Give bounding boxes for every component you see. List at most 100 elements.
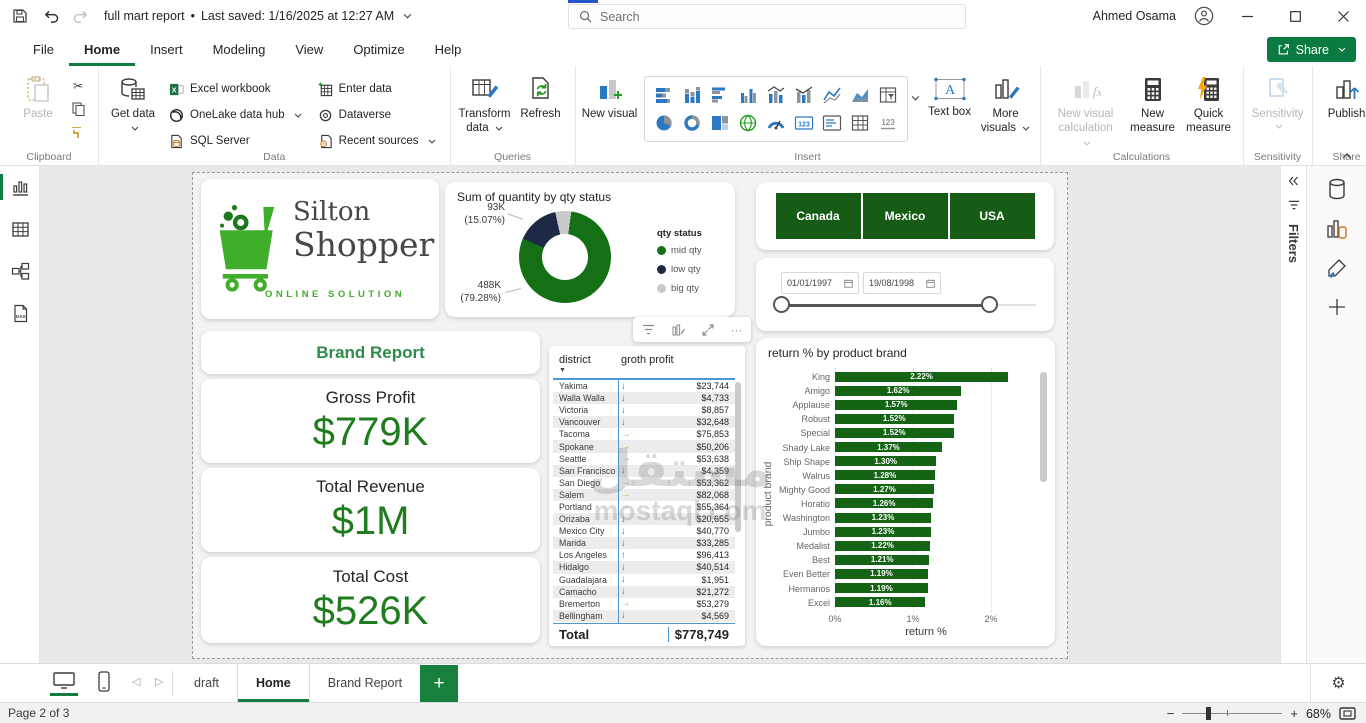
bar-row-excel[interactable]: Excel1.16% — [756, 596, 1055, 610]
bar[interactable]: 1.16% — [835, 597, 925, 607]
bar-row-mighty-good[interactable]: Mighty Good1.27% — [756, 483, 1055, 497]
table-row-marida[interactable]: Marida↓$33,285 — [553, 537, 735, 549]
logo-card[interactable]: Silton Shopper ONLINE SOLUTION — [201, 179, 439, 319]
settings-gear-icon[interactable]: ⚙ — [1310, 664, 1366, 702]
bar[interactable]: 1.52% — [835, 414, 954, 424]
table-row-mexico-city[interactable]: Mexico City↓$40,770 — [553, 525, 735, 537]
area-chart-icon[interactable] — [847, 82, 873, 108]
bar-row-ship-shape[interactable]: Ship Shape1.30% — [756, 455, 1055, 469]
slider-selected-range[interactable] — [783, 304, 989, 307]
zoom-slider-thumb[interactable] — [1206, 707, 1211, 720]
brand-report-nav-card[interactable]: Brand Report — [201, 331, 540, 374]
page-tab-home[interactable]: Home — [237, 664, 310, 702]
maximize-button[interactable] — [1280, 2, 1310, 30]
filters-pane-label[interactable]: Filters — [1286, 224, 1301, 263]
stacked-column-chart-icon[interactable] — [679, 82, 705, 108]
clustered-column-chart-icon[interactable] — [735, 82, 761, 108]
publish-button[interactable]: Publish — [1319, 72, 1366, 121]
paste-button[interactable]: Paste — [10, 72, 66, 121]
zoom-out-button[interactable]: − — [1167, 706, 1175, 721]
bar-row-medalist[interactable]: Medalist1.22% — [756, 539, 1055, 553]
bar[interactable]: 1.21% — [835, 555, 929, 565]
refresh-button[interactable]: Refresh — [513, 72, 569, 121]
end-date-input[interactable]: 19/08/1998 — [863, 272, 941, 294]
table-row-bellingham[interactable]: Bellingham↓$4,569 — [553, 610, 735, 622]
table-scrollbar[interactable] — [735, 382, 741, 532]
bar[interactable]: 1.19% — [835, 569, 928, 579]
menu-home[interactable]: Home — [69, 32, 135, 66]
next-page-arrow[interactable]: ▷ — [155, 675, 163, 688]
share-button[interactable]: Share — [1267, 37, 1356, 62]
onelake-data-hub-button[interactable]: OneLake data hub — [169, 104, 302, 126]
new-measure-button[interactable]: New measure — [1125, 72, 1181, 136]
bar-row-special[interactable]: Special1.52% — [756, 426, 1055, 440]
pie-chart-icon[interactable] — [651, 110, 677, 136]
new-visual-button[interactable]: New visual — [582, 72, 638, 121]
kpi-card-gross-profit[interactable]: Gross Profit$779K — [201, 379, 540, 463]
bar[interactable]: 1.27% — [835, 484, 934, 494]
return-pct-bar-chart-visual[interactable]: return % by product brand 0%1%2%King2.22… — [756, 338, 1055, 646]
line-clustered-column-chart-icon[interactable] — [791, 82, 817, 108]
new-visual-calculation-button[interactable]: fx New visual calculation — [1047, 72, 1125, 150]
title-chevron-icon[interactable] — [403, 13, 412, 19]
dax-query-view-button[interactable]: DAX — [0, 292, 40, 334]
more-visuals-button[interactable]: More visuals — [978, 72, 1034, 136]
add-pane-icon[interactable] — [1328, 298, 1346, 316]
zoom-slider[interactable] — [1182, 713, 1282, 715]
matrix-icon[interactable] — [847, 110, 873, 136]
bar[interactable]: 2.22% — [835, 372, 1008, 382]
minimize-button[interactable] — [1232, 2, 1262, 30]
sql-server-button[interactable]: SQL Server — [169, 130, 302, 152]
gallery-more-chevron-icon[interactable] — [911, 95, 920, 101]
table-row-seattle[interactable]: Seattle→$53,638 — [553, 453, 735, 465]
donut-chart-icon[interactable] — [679, 110, 705, 136]
legend-item-big-qty[interactable]: big qty — [657, 283, 702, 294]
legend-item-mid-qty[interactable]: mid qty — [657, 245, 702, 256]
user-name[interactable]: Ahmed Osama — [1093, 9, 1176, 23]
redo-icon[interactable] — [73, 9, 90, 24]
fit-to-page-icon[interactable] — [1339, 707, 1356, 720]
bar-row-robust[interactable]: Robust1.52% — [756, 412, 1055, 426]
table-row-tacoma[interactable]: Tacoma→$75,853 — [553, 428, 735, 440]
menu-insert[interactable]: Insert — [135, 32, 198, 66]
focus-mode-icon[interactable] — [702, 324, 714, 336]
bar-row-best[interactable]: Best1.21% — [756, 553, 1055, 567]
search-input[interactable]: Search — [568, 4, 966, 29]
country-button-usa[interactable]: USA — [950, 193, 1035, 239]
donut-chart[interactable] — [519, 211, 611, 303]
save-icon[interactable] — [12, 8, 28, 24]
text-box-button[interactable]: A Text box — [922, 72, 978, 119]
menu-view[interactable]: View — [280, 32, 338, 66]
excel-workbook-button[interactable]: XExcel workbook — [169, 78, 302, 100]
zoom-in-button[interactable]: + — [1290, 706, 1298, 721]
format-painter-button[interactable] — [68, 124, 88, 140]
bar-row-washington[interactable]: Washington1.23% — [756, 511, 1055, 525]
menu-help[interactable]: Help — [420, 32, 477, 66]
line-stacked-column-chart-icon[interactable] — [763, 82, 789, 108]
date-range-slicer-visual[interactable]: 01/01/1997 19/08/1998 — [756, 258, 1054, 331]
slider-handle-start[interactable] — [773, 296, 790, 313]
report-view-button[interactable] — [0, 166, 40, 208]
menu-modeling[interactable]: Modeling — [198, 32, 281, 66]
line-chart-icon[interactable] — [819, 82, 845, 108]
format-pane-icon[interactable] — [1326, 258, 1348, 280]
sensitivity-button[interactable]: Sensitivity — [1250, 72, 1306, 129]
table-view-button[interactable] — [0, 208, 40, 250]
zoom-percentage[interactable]: 68% — [1306, 707, 1331, 721]
donut-chart-visual[interactable]: Sum of quantity by qty status 93K(15.07%… — [445, 182, 735, 317]
recent-sources-button[interactable]: Recent sources — [318, 130, 436, 152]
mobile-layout-button[interactable] — [98, 671, 110, 692]
multi-row-card-icon[interactable] — [819, 110, 845, 136]
bar[interactable]: 1.23% — [835, 527, 931, 537]
page-tab-draft[interactable]: draft — [176, 664, 237, 702]
kpi-card-total-revenue[interactable]: Total Revenue$1M — [201, 468, 540, 552]
bar[interactable]: 1.52% — [835, 428, 954, 438]
district-profit-table-visual[interactable]: district ▼ groth profit Yakima↓$23,744Wa… — [549, 346, 745, 646]
collapse-ribbon-chevron-icon[interactable] — [1342, 153, 1352, 159]
page-tab-brand-report[interactable]: Brand Report — [310, 664, 420, 702]
close-button[interactable] — [1328, 2, 1358, 30]
undo-icon[interactable] — [42, 9, 59, 24]
bar[interactable]: 1.23% — [835, 513, 931, 523]
data-pane-icon[interactable] — [1327, 178, 1347, 200]
column-header-groth-profit[interactable]: groth profit — [621, 354, 674, 366]
